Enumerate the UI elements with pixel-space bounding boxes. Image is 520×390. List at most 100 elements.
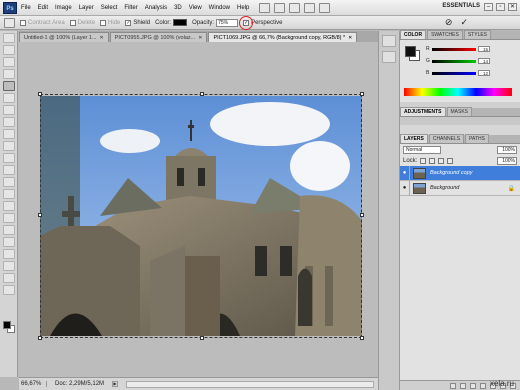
tab-layers[interactable]: LAYERS (400, 134, 428, 143)
close-tab-icon[interactable]: ✕ (100, 35, 104, 41)
perspective-option[interactable]: ✓ Perspective (239, 15, 282, 30)
bridge-icon[interactable] (259, 2, 271, 13)
blur-tool-icon[interactable] (3, 177, 15, 187)
zoom-level-icon[interactable] (289, 2, 301, 13)
transform-handle[interactable] (38, 336, 42, 340)
menu-analysis[interactable]: Analysis (145, 5, 167, 11)
tab-channels[interactable]: CHANNELS (428, 134, 465, 143)
eyedropper-tool-icon[interactable] (3, 93, 15, 103)
zoom-tool-icon[interactable] (3, 285, 15, 295)
horizontal-scrollbar[interactable] (126, 380, 374, 388)
hand-tool-icon[interactable] (3, 273, 15, 283)
arrange-documents-icon[interactable] (319, 2, 331, 13)
menu-select[interactable]: Select (101, 5, 118, 11)
layer-style-icon[interactable] (460, 382, 466, 389)
menu-help[interactable]: Help (237, 5, 249, 11)
crop-tool-icon[interactable] (3, 81, 15, 91)
opacity-input[interactable]: 75% (216, 18, 239, 27)
tab-masks[interactable]: MASKS (446, 107, 473, 116)
slider-value[interactable]: 14 (478, 58, 490, 64)
visibility-eye-icon[interactable]: ● (400, 165, 410, 181)
maximize-button[interactable]: ▫ (496, 3, 505, 11)
menu-image[interactable]: Image (55, 5, 72, 11)
contract-area-checkbox[interactable] (20, 19, 26, 26)
layer-opacity-input[interactable]: 100% (497, 145, 517, 154)
close-tab-icon[interactable]: ✕ (348, 35, 352, 41)
menu-edit[interactable]: Edit (38, 5, 48, 11)
foreground-background-colors[interactable] (3, 321, 15, 333)
brush-tool-icon[interactable] (3, 117, 15, 127)
lock-pixels-icon[interactable] (429, 157, 436, 164)
visibility-eye-icon[interactable]: ● (400, 180, 410, 196)
pen-tool-icon[interactable] (3, 201, 15, 211)
layer-background[interactable]: ● Background 🔒 (400, 180, 520, 196)
marquee-tool-icon[interactable] (3, 45, 15, 55)
layer-fill-input[interactable]: 100% (497, 156, 517, 165)
green-slider[interactable]: G 14 (426, 58, 490, 64)
color-spectrum-ramp[interactable] (404, 88, 512, 96)
layer-name[interactable]: Background copy (430, 170, 473, 176)
slider-track[interactable] (432, 47, 476, 51)
menu-filter[interactable]: Filter (124, 5, 137, 11)
red-slider[interactable]: R 15 (426, 46, 490, 52)
transform-handle[interactable] (360, 336, 364, 340)
slider-value[interactable]: 15 (478, 46, 490, 52)
layer-name[interactable]: Background (430, 185, 459, 191)
menu-window[interactable]: Window (209, 5, 230, 11)
hide-checkbox[interactable] (100, 19, 107, 26)
tool-preset-icon[interactable] (4, 17, 15, 28)
cancel-transform-icon[interactable]: ⊘ (445, 18, 453, 27)
quick-selection-tool-icon[interactable] (3, 69, 15, 79)
tab-untitled-1[interactable]: Untitled-1 @ 100% (Layer 1... ✕ (19, 32, 109, 42)
hand-tool-icon[interactable] (304, 2, 316, 13)
eraser-tool-icon[interactable] (3, 153, 15, 163)
workspace-switcher[interactable]: ESSENTIALS (442, 3, 480, 9)
menu-layer[interactable]: Layer (79, 5, 94, 11)
menu-3d[interactable]: 3D (174, 5, 182, 11)
lasso-tool-icon[interactable] (3, 57, 15, 67)
healing-brush-tool-icon[interactable] (3, 105, 15, 115)
tab-pict1069[interactable]: PICT1069.JPG @ 66,7% (Background copy, R… (208, 32, 358, 42)
transform-handle[interactable] (200, 336, 204, 340)
history-brush-tool-icon[interactable] (3, 141, 15, 151)
slider-value[interactable]: 12 (478, 70, 490, 76)
gradient-tool-icon[interactable] (3, 165, 15, 175)
blue-slider[interactable]: B 12 (426, 70, 490, 76)
move-tool-icon[interactable] (3, 33, 15, 43)
status-menu-arrow-icon[interactable]: ▶ (112, 381, 119, 387)
blend-mode-select[interactable]: Normal (403, 145, 441, 154)
delete-checkbox[interactable] (69, 19, 76, 26)
add-mask-icon[interactable] (470, 382, 476, 389)
mini-bridge-icon[interactable] (274, 2, 286, 13)
document-canvas[interactable] (19, 42, 378, 377)
type-tool-icon[interactable] (3, 213, 15, 223)
contract-area-option[interactable]: Contract Area (20, 19, 65, 26)
3d-orbit-tool-icon[interactable] (3, 261, 15, 271)
menu-view[interactable]: View (189, 5, 202, 11)
shield-option[interactable]: ✓ Shield (125, 19, 150, 26)
tab-adjustments[interactable]: ADJUSTMENTS (400, 107, 446, 116)
zoom-level[interactable]: 66,67% (21, 381, 47, 387)
tab-swatches[interactable]: SWATCHES (427, 30, 463, 39)
lock-all-icon[interactable] (447, 157, 454, 164)
adjustment-layer-icon[interactable] (480, 382, 486, 389)
lock-transparent-icon[interactable] (420, 157, 427, 164)
dodge-tool-icon[interactable] (3, 189, 15, 199)
close-tab-icon[interactable]: ✕ (198, 35, 202, 41)
layer-background-copy[interactable]: ● Background copy (400, 165, 520, 181)
slider-track[interactable] (432, 59, 476, 63)
lock-position-icon[interactable] (438, 157, 445, 164)
history-panel-icon[interactable] (382, 35, 396, 47)
shield-color-swatch[interactable] (173, 19, 188, 26)
shape-tool-icon[interactable] (3, 237, 15, 247)
commit-transform-icon[interactable]: ✓ (460, 18, 468, 27)
foreground-color-swatch[interactable] (405, 46, 416, 57)
tab-pict0955[interactable]: PICT0955.JPG @ 100% (volaz... ✕ (109, 32, 208, 42)
tab-color[interactable]: COLOR (400, 30, 427, 39)
delete-option[interactable]: Delete (69, 19, 95, 26)
close-button[interactable]: ✕ (508, 3, 517, 11)
church-photo[interactable] (40, 96, 362, 336)
path-selection-tool-icon[interactable] (3, 225, 15, 235)
clone-stamp-tool-icon[interactable] (3, 129, 15, 139)
tab-paths[interactable]: PATHS (465, 134, 489, 143)
